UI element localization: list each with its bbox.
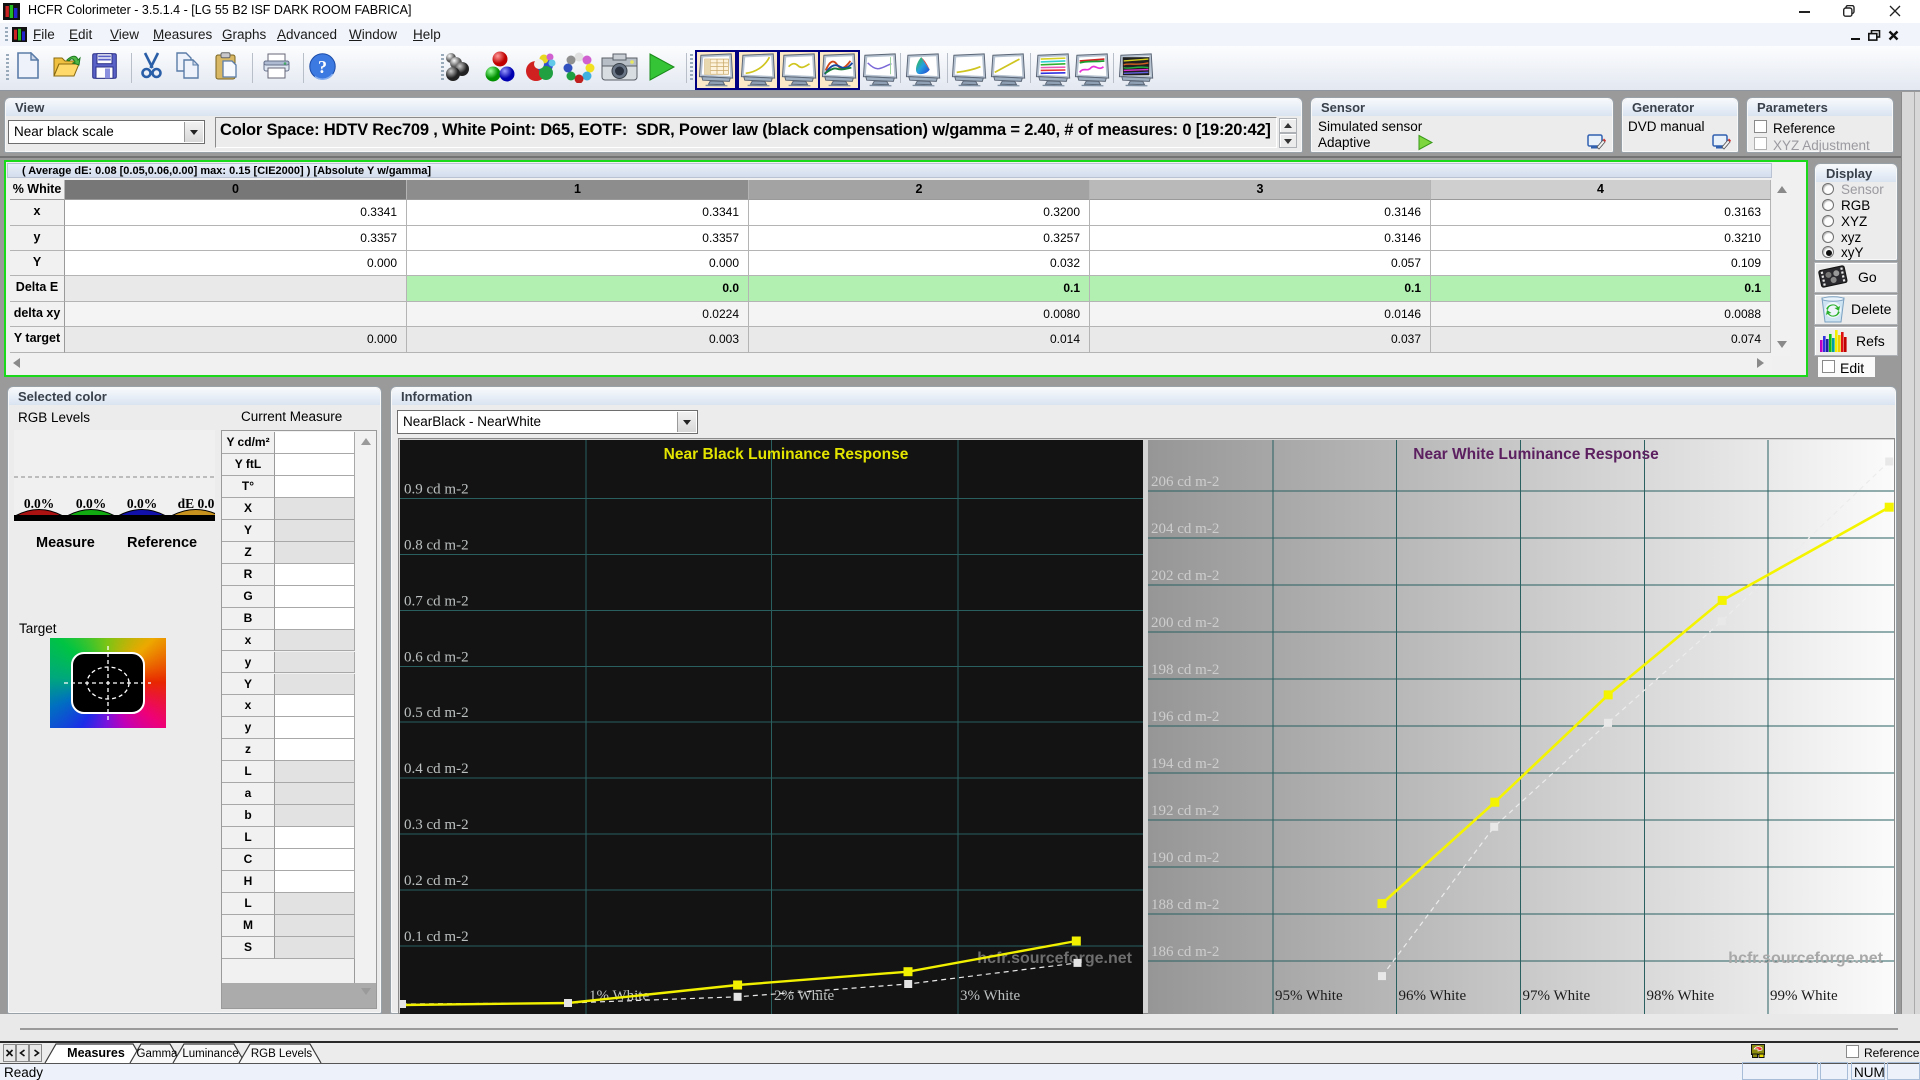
svg-text:0.4 cd m-2: 0.4 cd m-2 — [404, 761, 469, 777]
svg-text:0.1 cd m-2: 0.1 cd m-2 — [404, 929, 469, 945]
svg-text:0.5 cd m-2: 0.5 cd m-2 — [404, 705, 469, 721]
svg-text:dE 0.0: dE 0.0 — [178, 496, 215, 511]
svg-text:hcfr.sourceforge.net: hcfr.sourceforge.net — [977, 950, 1132, 967]
svg-text:3% White: 3% White — [960, 988, 1020, 1004]
svg-text:0.7 cd m-2: 0.7 cd m-2 — [404, 593, 469, 609]
svg-text:198 cd m-2: 198 cd m-2 — [1151, 662, 1219, 678]
svg-text:98% White: 98% White — [1647, 988, 1715, 1004]
svg-text:202 cd m-2: 202 cd m-2 — [1151, 568, 1219, 584]
svg-text:0.0%: 0.0% — [127, 496, 157, 511]
svg-text:0.0%: 0.0% — [24, 496, 54, 511]
svg-text:200 cd m-2: 200 cd m-2 — [1151, 615, 1219, 631]
svg-text:97% White: 97% White — [1523, 988, 1591, 1004]
svg-text:0.8 cd m-2: 0.8 cd m-2 — [404, 538, 469, 554]
svg-text:188 cd m-2: 188 cd m-2 — [1151, 897, 1219, 913]
svg-text:206 cd m-2: 206 cd m-2 — [1151, 474, 1219, 490]
svg-text:Gamma: Gamma — [137, 1048, 179, 1060]
svg-text:95% White: 95% White — [1275, 988, 1343, 1004]
svg-text:?: ? — [318, 57, 327, 77]
svg-text:196 cd m-2: 196 cd m-2 — [1151, 709, 1219, 725]
svg-text:RGB Levels: RGB Levels — [251, 1048, 313, 1060]
svg-text:0.0%: 0.0% — [76, 496, 106, 511]
svg-text:0.9 cd m-2: 0.9 cd m-2 — [404, 482, 469, 498]
svg-text:hcfr.sourceforge.net: hcfr.sourceforge.net — [1728, 950, 1883, 967]
svg-text:204 cd m-2: 204 cd m-2 — [1151, 521, 1219, 537]
svg-text:96% White: 96% White — [1399, 988, 1467, 1004]
svg-text:192 cd m-2: 192 cd m-2 — [1151, 803, 1219, 819]
svg-text:Luminance: Luminance — [182, 1048, 238, 1060]
svg-text:190 cd m-2: 190 cd m-2 — [1151, 850, 1219, 866]
svg-text:Near White Luminance Response: Near White Luminance Response — [1413, 446, 1659, 463]
svg-text:0.6 cd m-2: 0.6 cd m-2 — [404, 649, 469, 665]
svg-text:Measures: Measures — [67, 1046, 125, 1060]
svg-text:0.2 cd m-2: 0.2 cd m-2 — [404, 873, 469, 889]
svg-text:186 cd m-2: 186 cd m-2 — [1151, 944, 1219, 960]
svg-text:99% White: 99% White — [1770, 988, 1838, 1004]
svg-text:Near Black Luminance Response: Near Black Luminance Response — [664, 446, 909, 463]
svg-text:0.3 cd m-2: 0.3 cd m-2 — [404, 817, 469, 833]
svg-text:194 cd m-2: 194 cd m-2 — [1151, 756, 1219, 772]
